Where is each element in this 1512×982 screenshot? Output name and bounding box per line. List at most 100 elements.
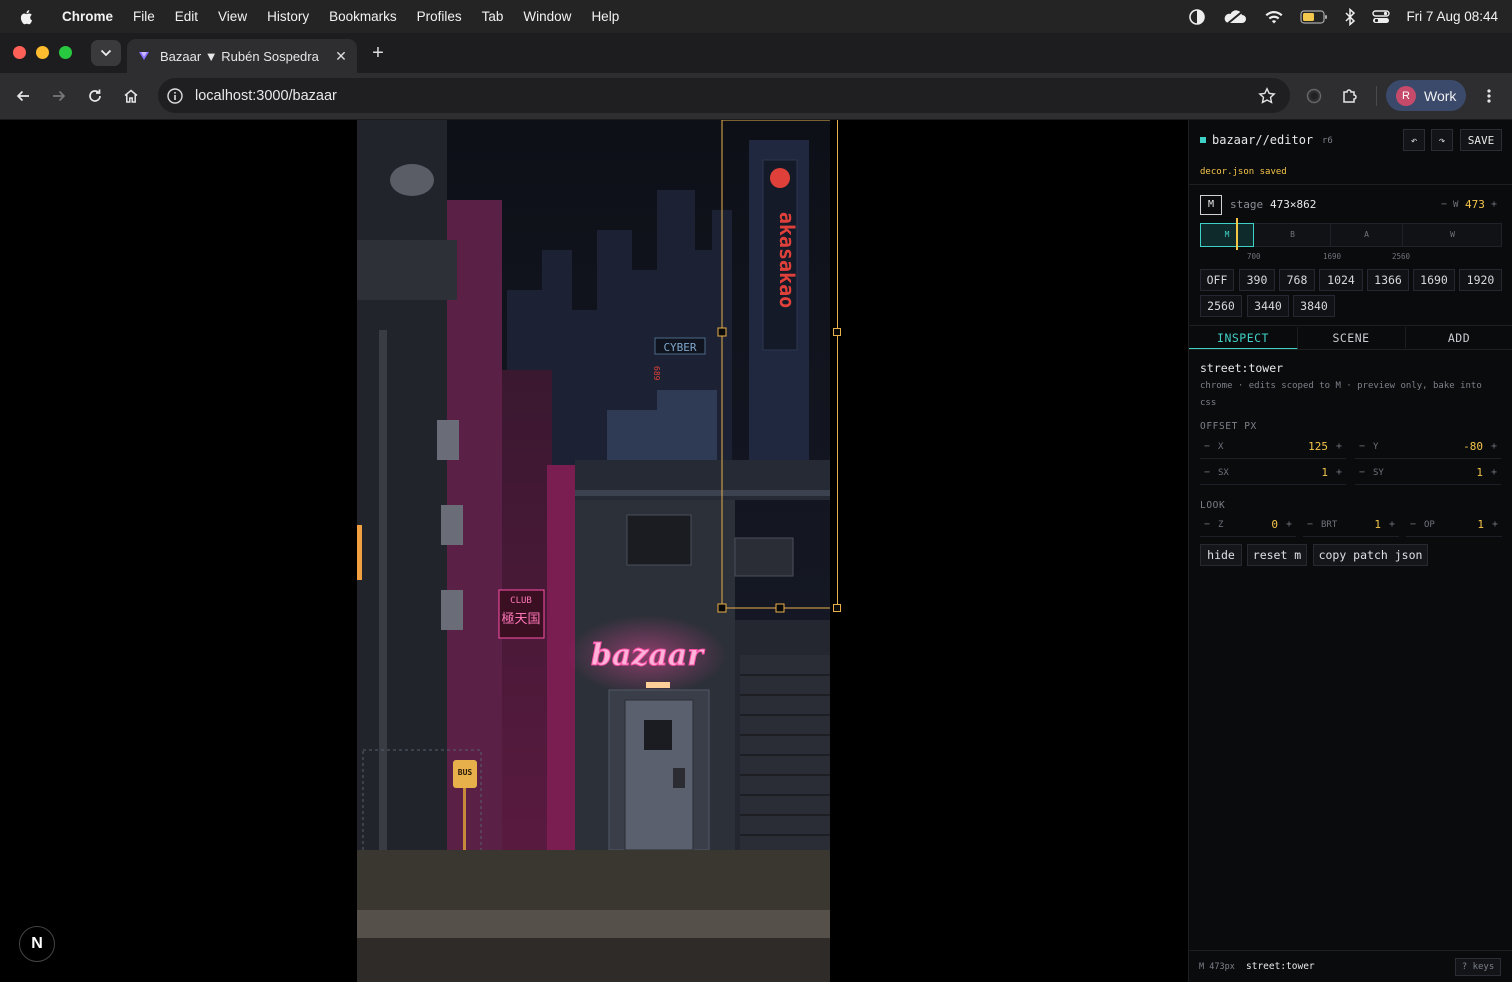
breakpoint-2560-button[interactable]: 2560 (1200, 295, 1242, 317)
field-x[interactable]: − X 125 + (1200, 438, 1346, 459)
width-decrement[interactable]: − (1441, 199, 1447, 210)
width-value[interactable]: 473 (1465, 198, 1485, 211)
back-button[interactable] (12, 85, 34, 107)
field-y[interactable]: − Y -80 + (1355, 438, 1501, 459)
look-section-label: LOOK (1200, 500, 1226, 511)
width-increment[interactable]: + (1491, 199, 1497, 210)
menu-window[interactable]: Window (513, 9, 581, 24)
profile-button[interactable]: R Work (1386, 80, 1466, 111)
chrome-menu-button[interactable] (1478, 85, 1500, 107)
breakpoint-1366-button[interactable]: 1366 (1367, 269, 1409, 291)
satellite-dish (390, 164, 434, 196)
footer-mode: M 473px (1199, 962, 1235, 972)
width-slider-handle[interactable] (1236, 218, 1238, 250)
reset-m-button[interactable]: reset m (1247, 544, 1307, 566)
url-text[interactable]: localhost:3000/bazaar (195, 88, 1258, 104)
nextjs-dev-badge[interactable]: N (19, 926, 55, 962)
tab-inspect[interactable]: INSPECT (1189, 327, 1298, 350)
resize-handle-s[interactable] (775, 603, 785, 613)
browser-tab-active[interactable]: Bazaar ▼ Rubén Sospedra ✕ (127, 39, 357, 73)
breakpoint-390-button[interactable]: 390 (1239, 269, 1275, 291)
save-button[interactable]: SAVE (1460, 129, 1502, 151)
wifi-icon[interactable] (1264, 9, 1284, 25)
menu-file[interactable]: File (123, 9, 165, 24)
site-info-icon[interactable] (166, 87, 184, 105)
resize-handle-ne[interactable] (717, 327, 727, 337)
field-sy[interactable]: − SY 1 + (1355, 464, 1501, 485)
ruler-tick-1690: 1690 (1323, 252, 1342, 261)
segment-a[interactable]: A (1331, 223, 1403, 247)
tab-scene[interactable]: SCENE (1297, 327, 1406, 348)
resize-handle-se[interactable] (833, 604, 841, 612)
segment-m[interactable]: M (1200, 223, 1254, 247)
window-minimize-button[interactable] (36, 46, 49, 59)
copy-patch-json-button[interactable]: copy patch json (1313, 544, 1428, 566)
offset-section-label: OFFSET PX (1200, 421, 1257, 432)
mode-badge[interactable]: M (1200, 195, 1222, 215)
address-bar[interactable]: localhost:3000/bazaar (158, 78, 1290, 113)
window-zoom-button[interactable] (59, 46, 72, 59)
window-close-button[interactable] (13, 46, 26, 59)
profile-label: Work (1424, 87, 1457, 104)
forward-button[interactable] (48, 85, 70, 107)
tab-add[interactable]: ADD (1405, 327, 1512, 348)
breakpoint-768-button[interactable]: 768 (1279, 269, 1315, 291)
menubar-clock[interactable]: Fri 7 Aug 08:44 (1406, 9, 1498, 24)
menubar-status-area: Fri 7 Aug 08:44 (1188, 0, 1498, 33)
field-op[interactable]: − OP 1 + (1406, 516, 1502, 537)
field-brt[interactable]: − BRT 1 + (1303, 516, 1399, 537)
more-vertical-icon (1487, 89, 1491, 103)
extensions-button[interactable] (1339, 85, 1361, 107)
breakpoint-1690-button[interactable]: 1690 (1413, 269, 1455, 291)
breakpoint-3440-button[interactable]: 3440 (1247, 295, 1289, 317)
stage-label: stage (1230, 198, 1264, 211)
tab-close-icon[interactable]: ✕ (333, 48, 349, 64)
menu-history[interactable]: History (257, 9, 319, 24)
redo-button[interactable]: ↷ (1431, 129, 1453, 151)
bluetooth-icon[interactable] (1344, 7, 1356, 26)
hide-button[interactable]: hide (1200, 544, 1242, 566)
breakpoint-3840-button[interactable]: 3840 (1293, 295, 1335, 317)
keys-help-button[interactable]: ? keys (1455, 958, 1501, 976)
menu-bookmarks[interactable]: Bookmarks (319, 9, 407, 24)
undo-button[interactable]: ↶ (1403, 129, 1425, 151)
footer-divider (1189, 950, 1512, 951)
field-z[interactable]: − Z 0 + (1200, 516, 1296, 537)
new-tab-button[interactable]: + (368, 43, 388, 63)
resize-handle-mid-right[interactable] (833, 328, 841, 336)
vertical-sign-text: akasakao (775, 212, 799, 308)
scene-stage[interactable]: akasakao CYBER 689 CLUB 極天国 bazaar BUS (357, 120, 830, 982)
breakpoint-1920-button[interactable]: 1920 (1459, 269, 1502, 291)
selected-element-name: street:tower (1200, 361, 1284, 375)
tab-favicon-icon (139, 52, 149, 60)
display-contrast-icon[interactable] (1188, 8, 1206, 26)
tower-sign-emblem (770, 168, 790, 188)
toolbar-divider (1376, 86, 1377, 106)
left-building-roof (357, 240, 457, 300)
ac-unit-2 (441, 505, 463, 545)
apple-menu-icon[interactable] (18, 8, 36, 26)
battery-icon[interactable] (1300, 9, 1328, 24)
cloud-weather-icon[interactable] (1222, 8, 1248, 26)
breakpoint-1024-button[interactable]: 1024 (1319, 269, 1363, 291)
footer-selected: street:tower (1246, 961, 1315, 972)
segment-b[interactable]: B (1255, 223, 1331, 247)
control-center-icon[interactable] (1372, 9, 1391, 25)
bookmark-star-icon[interactable] (1258, 86, 1276, 105)
field-sx[interactable]: − SX 1 + (1200, 464, 1346, 485)
home-button[interactable] (120, 85, 142, 107)
menu-app-chrome[interactable]: Chrome (52, 9, 123, 24)
tab-search-button[interactable] (91, 40, 121, 66)
menu-profiles[interactable]: Profiles (407, 9, 472, 24)
road (357, 938, 830, 982)
menu-view[interactable]: View (208, 9, 257, 24)
resize-handle-sw[interactable] (717, 603, 727, 613)
reload-button[interactable] (84, 85, 106, 107)
menu-help[interactable]: Help (581, 9, 629, 24)
breakpoint-off-button[interactable]: OFF (1200, 269, 1234, 291)
menu-tab[interactable]: Tab (472, 9, 514, 24)
extension-record-button[interactable] (1303, 85, 1325, 107)
arrow-left-icon (16, 90, 29, 102)
segment-w[interactable]: W (1403, 223, 1502, 247)
menu-edit[interactable]: Edit (165, 9, 208, 24)
